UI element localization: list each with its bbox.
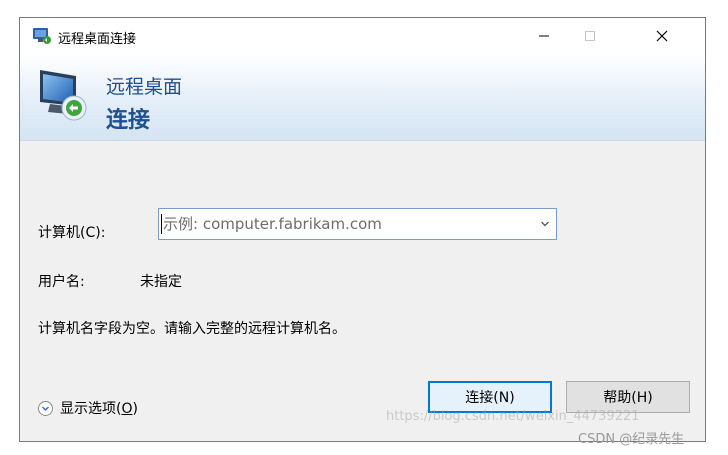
minimize-icon [539, 35, 549, 37]
text-caret [161, 214, 162, 234]
remote-desktop-app-icon [33, 28, 51, 44]
username-label: 用户名: [38, 274, 85, 290]
expand-chevron-icon [38, 400, 53, 416]
author-watermark: CSDN @纪录先生 [578, 432, 685, 447]
remote-desktop-monitor-icon [40, 70, 87, 121]
show-options-label: 显示选项(O) [60, 401, 138, 417]
minimize-button[interactable] [521, 18, 567, 54]
validation-message: 计算机名字段为空。请输入完整的远程计算机名。 [38, 321, 346, 337]
maximize-icon [585, 31, 595, 41]
close-button[interactable] [639, 18, 685, 54]
computer-label: 计算机(C): [38, 225, 106, 241]
header-banner: 远程桌面 连接 [20, 54, 705, 141]
username-value: 未指定 [140, 274, 182, 290]
window-title: 远程桌面连接 [58, 32, 137, 47]
header-title-line2: 连接 [106, 108, 151, 133]
maximize-button[interactable] [567, 18, 613, 54]
computer-combobox[interactable] [158, 208, 557, 240]
url-watermark: https://blog.csdn.net/weixin_44739221 [386, 409, 640, 424]
header-title-line1: 远程桌面 [106, 76, 183, 98]
chevron-down-icon[interactable] [540, 219, 550, 229]
show-options-toggle[interactable]: 显示选项(O) [38, 398, 138, 418]
remote-desktop-window: 远程桌面连接 远程桌面 连接 计算机(C): 示例: computer.fabr… [19, 17, 706, 442]
title-bar: 远程桌面连接 [20, 18, 705, 54]
computer-input[interactable] [159, 209, 529, 239]
close-icon [656, 30, 668, 42]
